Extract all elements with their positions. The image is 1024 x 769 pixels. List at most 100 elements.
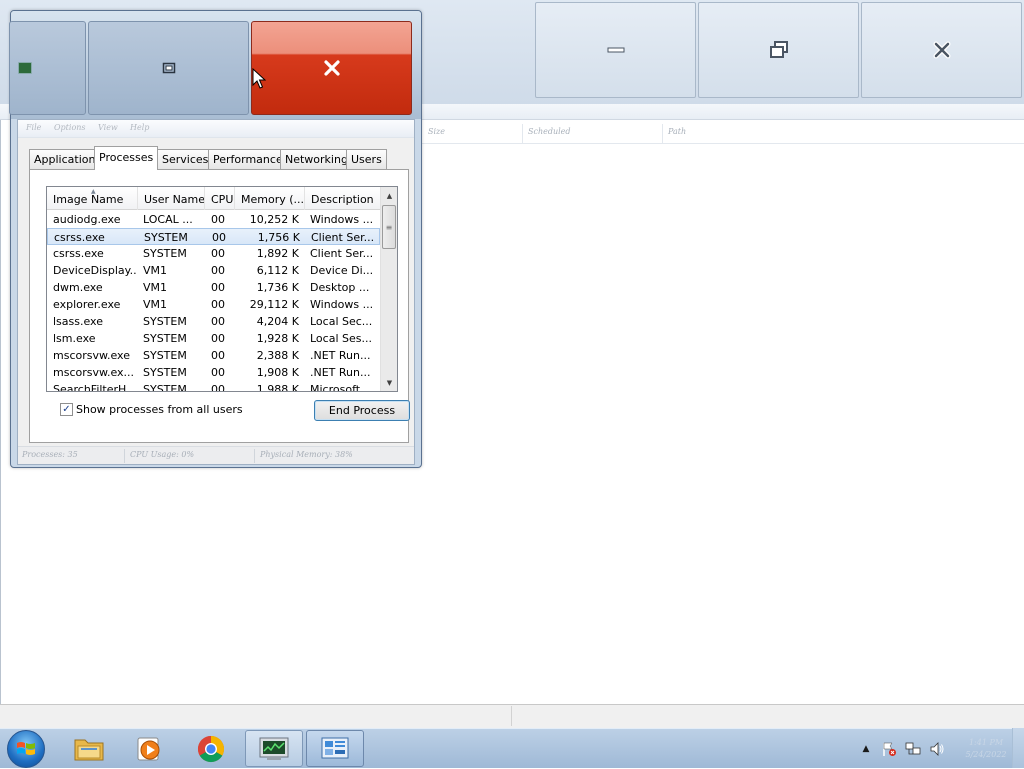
chevron-down-icon: ▼ bbox=[386, 378, 393, 387]
control-panel-icon bbox=[321, 737, 349, 758]
process-memory: 1,756 K bbox=[257, 231, 300, 244]
column-cpu[interactable]: CPU bbox=[205, 187, 235, 210]
process-list-scrollbar[interactable]: ▲ ≡ ▼ bbox=[380, 187, 397, 391]
task-manager-minimize-button[interactable] bbox=[9, 21, 86, 115]
process-image-name: SearchFilterH... bbox=[53, 383, 137, 392]
process-row[interactable]: SearchFilterH... SYSTEM 00 1,988 K Microsoft… bbox=[47, 381, 380, 392]
process-image-name: audiodg.exe bbox=[53, 213, 121, 226]
process-row[interactable]: lsass.exe SYSTEM 00 4,204 K Local Sec... bbox=[47, 313, 380, 330]
tab-users[interactable]: Users bbox=[346, 149, 387, 169]
process-user-name: LOCAL ... bbox=[143, 213, 193, 226]
process-memory: 1,988 K bbox=[256, 383, 299, 392]
tab-networking[interactable]: Networking bbox=[280, 149, 353, 169]
flag-warning-icon bbox=[883, 742, 896, 756]
background-column-size[interactable]: Size bbox=[428, 127, 445, 136]
menu-file[interactable]: File bbox=[26, 123, 41, 132]
process-cpu: 00 bbox=[212, 231, 226, 244]
chrome-icon bbox=[197, 735, 225, 762]
chevron-up-icon: ▲ bbox=[862, 744, 870, 754]
show-desktop-button[interactable] bbox=[1012, 728, 1024, 768]
taskbar-control-panel[interactable] bbox=[306, 730, 364, 767]
process-memory: 6,112 K bbox=[256, 264, 299, 277]
end-process-button[interactable]: End Process bbox=[314, 400, 410, 421]
clock[interactable]: 1:41 PM 5/24/2022 bbox=[956, 737, 1016, 761]
process-image-name: mscorsvw.exe bbox=[53, 349, 130, 362]
process-row[interactable]: mscorsvw.exe SYSTEM 00 2,388 K .NET Run... bbox=[47, 347, 380, 364]
process-user-name: SYSTEM bbox=[143, 383, 187, 392]
process-cpu: 00 bbox=[211, 332, 225, 345]
process-cpu: 00 bbox=[211, 366, 225, 379]
start-button[interactable] bbox=[7, 730, 45, 768]
taskbar-media-player[interactable] bbox=[120, 730, 178, 767]
taskbar-windows-explorer[interactable] bbox=[60, 730, 118, 767]
process-row[interactable]: csrss.exe SYSTEM 00 1,756 K Client Ser... bbox=[47, 228, 380, 245]
minimize-icon bbox=[607, 47, 624, 53]
clock-date: 5/24/2022 bbox=[965, 750, 1007, 759]
task-manager-maximize-button[interactable] bbox=[88, 21, 249, 115]
task-manager-title-bar[interactable] bbox=[9, 11, 421, 119]
tab-performance[interactable]: Performance bbox=[208, 149, 288, 169]
process-description: Local Sec... bbox=[310, 315, 373, 328]
process-user-name: SYSTEM bbox=[144, 231, 188, 244]
background-status-bar bbox=[0, 704, 1024, 728]
task-manager-menu-bar: File Options View Help bbox=[18, 120, 414, 138]
show-hidden-icons-button[interactable]: ▲ bbox=[858, 741, 874, 757]
show-all-users-checkbox[interactable]: ✓ bbox=[60, 403, 73, 416]
taskbar-chrome[interactable] bbox=[182, 730, 240, 767]
tab-processes[interactable]: Processes bbox=[94, 146, 159, 170]
process-cpu: 00 bbox=[211, 213, 225, 226]
process-row[interactable]: csrss.exe SYSTEM 00 1,892 K Client Ser... bbox=[47, 245, 380, 262]
column-memory[interactable]: Memory (... bbox=[235, 187, 305, 210]
volume-button[interactable] bbox=[929, 741, 945, 757]
scroll-thumb[interactable]: ≡ bbox=[382, 205, 396, 249]
process-user-name: SYSTEM bbox=[143, 315, 187, 328]
task-manager-close-button[interactable] bbox=[251, 21, 412, 115]
column-image-name[interactable]: Image Name bbox=[47, 187, 138, 210]
tab-services[interactable]: Services bbox=[157, 149, 214, 169]
column-divider bbox=[662, 124, 663, 144]
status-cpu-usage: CPU Usage: 0% bbox=[130, 450, 195, 459]
scroll-down-button[interactable]: ▼ bbox=[381, 374, 397, 391]
process-row[interactable]: mscorsvw.ex... SYSTEM 00 1,908 K .NET Run... bbox=[47, 364, 380, 381]
process-cpu: 00 bbox=[211, 383, 225, 392]
process-description: Client Ser... bbox=[310, 247, 374, 260]
background-column-scheduled[interactable]: Scheduled bbox=[528, 127, 571, 136]
process-row[interactable]: DeviceDisplay... VM1 00 6,112 K Device Di... bbox=[47, 262, 380, 279]
mouse-cursor-icon bbox=[252, 68, 266, 89]
process-user-name: SYSTEM bbox=[143, 247, 187, 260]
process-image-name: csrss.exe bbox=[54, 231, 105, 244]
maximize-icon bbox=[162, 62, 175, 74]
windows-logo-icon bbox=[17, 742, 35, 755]
menu-view[interactable]: View bbox=[98, 123, 118, 132]
process-row[interactable]: dwm.exe VM1 00 1,736 K Desktop ... bbox=[47, 279, 380, 296]
column-description[interactable]: Description bbox=[305, 187, 380, 210]
process-list[interactable]: ▲ Image Name User Name CPU Memory (... D… bbox=[46, 186, 398, 392]
task-manager-icon bbox=[259, 737, 289, 760]
process-cpu: 00 bbox=[211, 281, 225, 294]
status-processes: Processes: 35 bbox=[22, 450, 78, 459]
media-player-icon bbox=[137, 737, 160, 760]
background-minimize-button[interactable] bbox=[535, 2, 696, 98]
process-row[interactable]: audiodg.exe LOCAL ... 00 10,252 K Windows ..… bbox=[47, 211, 380, 228]
menu-options[interactable]: Options bbox=[54, 123, 86, 132]
process-row[interactable]: lsm.exe SYSTEM 00 1,928 K Local Ses... bbox=[47, 330, 380, 347]
grip-icon: ≡ bbox=[385, 222, 393, 232]
clock-time: 1:41 PM bbox=[968, 738, 1004, 747]
taskbar-task-manager[interactable] bbox=[245, 730, 303, 767]
process-row[interactable]: explorer.exe VM1 00 29,112 K Windows ... bbox=[47, 296, 380, 313]
background-close-button[interactable] bbox=[861, 2, 1022, 98]
process-user-name: SYSTEM bbox=[143, 366, 187, 379]
process-description: Desktop ... bbox=[310, 281, 370, 294]
background-restore-button[interactable] bbox=[698, 2, 859, 98]
status-physical-memory: Physical Memory: 38% bbox=[260, 450, 353, 459]
scroll-up-button[interactable]: ▲ bbox=[381, 187, 397, 204]
action-center-button[interactable] bbox=[881, 741, 897, 757]
show-all-users-label[interactable]: Show processes from all users bbox=[76, 403, 243, 416]
column-user-name[interactable]: User Name bbox=[138, 187, 205, 210]
background-column-path[interactable]: Path bbox=[668, 127, 686, 136]
process-cpu: 00 bbox=[211, 315, 225, 328]
process-user-name: VM1 bbox=[143, 264, 168, 277]
menu-help[interactable]: Help bbox=[130, 123, 149, 132]
process-list-header: ▲ Image Name User Name CPU Memory (... D… bbox=[47, 187, 380, 210]
network-button[interactable] bbox=[905, 741, 921, 757]
